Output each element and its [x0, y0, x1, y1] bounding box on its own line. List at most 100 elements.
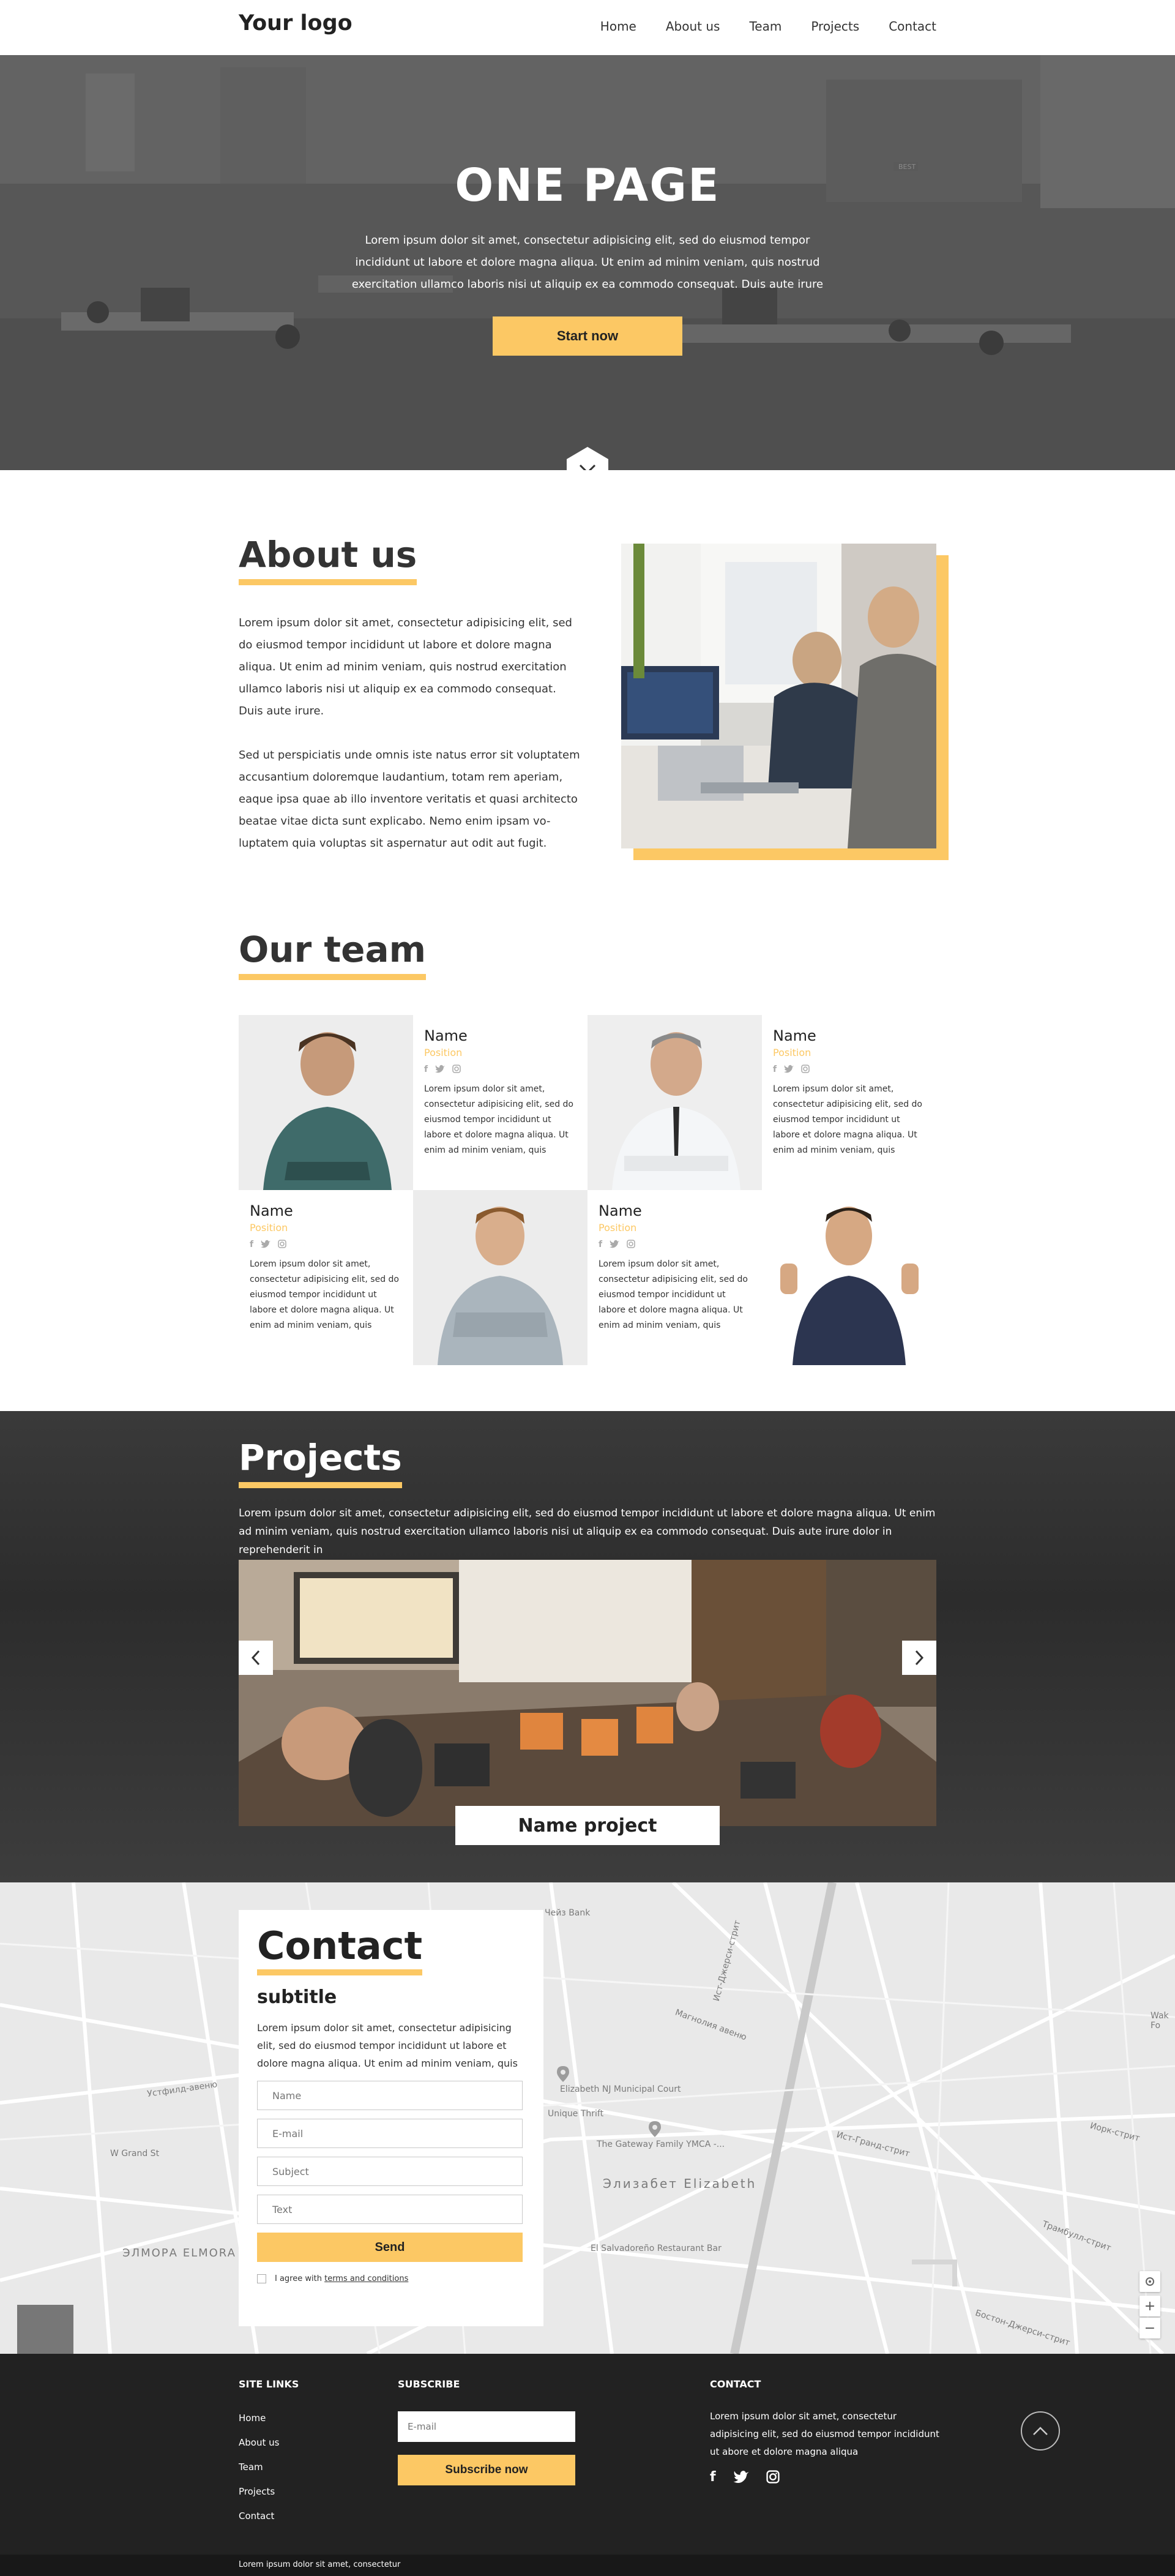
- map-pin-icon[interactable]: [649, 2121, 661, 2137]
- main-nav: Home About us Team Projects Contact: [600, 19, 936, 34]
- member-photo-2: [588, 1015, 762, 1190]
- hero-section: BEST ONE PAGE Lorem ipsum dolor sit amet…: [0, 55, 1175, 470]
- projects-text: Lorem ipsum dolor sit amet, consectetur …: [239, 1507, 936, 1556]
- twitter-icon[interactable]: [784, 1065, 794, 1073]
- nav-home[interactable]: Home: [600, 19, 636, 34]
- map-label: The Gateway Family YMCA -...: [597, 2140, 725, 2149]
- map-label: Wak Fo: [1151, 2011, 1169, 2031]
- project-slide-image: [239, 1560, 936, 1826]
- map-label: ЭЛМОРА ELMORA: [122, 2247, 236, 2260]
- contact-heading: CONTACT: [710, 2378, 761, 2390]
- member-social: f: [599, 1240, 751, 1249]
- map-label: Unique Thrift: [548, 2109, 604, 2119]
- map-label: Elizabeth NJ Municipal Court: [560, 2084, 681, 2094]
- member-text: Lorem ipsum dolor sit amet, consectetur …: [250, 1259, 400, 1330]
- back-to-top-button[interactable]: [1021, 2411, 1060, 2451]
- member-position: Position: [250, 1222, 288, 1234]
- member-position: Position: [599, 1222, 637, 1234]
- map[interactable]: Elizabeth NJ Municipal Court The Gateway…: [0, 1882, 1175, 2354]
- team-section: Our team: [239, 929, 427, 980]
- member-name: Name: [599, 1202, 642, 1219]
- member-name: Name: [424, 1027, 468, 1044]
- map-zoom-in-button[interactable]: +: [1140, 2296, 1160, 2316]
- terms-link[interactable]: terms and conditions: [324, 2274, 408, 2283]
- member-position: Position: [424, 1047, 463, 1058]
- contact-card: Contact subtitle Lorem ipsum dolor sit a…: [239, 1910, 543, 2326]
- member-social: f: [250, 1240, 402, 1249]
- team-title: Our team: [239, 929, 427, 980]
- projects-title-wrap: Projects: [239, 1437, 402, 1488]
- hero-title: ONE PAGE: [455, 159, 720, 212]
- member-card-3: Name Position f Lorem ipsum dolor sit am…: [239, 1190, 413, 1365]
- subscribe-email-input[interactable]: [398, 2411, 575, 2442]
- facebook-icon[interactable]: f: [599, 1240, 602, 1249]
- map-label: W Grand St: [110, 2149, 160, 2159]
- member-photo-4: [762, 1190, 936, 1365]
- terms-agreement: I agree with terms and conditions: [257, 2274, 525, 2283]
- footer-link-projects[interactable]: Projects: [239, 2486, 275, 2497]
- instagram-icon[interactable]: [452, 1065, 461, 1073]
- scroll-down-icon[interactable]: [567, 447, 608, 470]
- member-text: Lorem ipsum dolor sit amet, consectetur …: [599, 1259, 748, 1330]
- map-label: Элизабет Elizabeth: [603, 2176, 757, 2191]
- map-zoom-out-button[interactable]: −: [1140, 2318, 1160, 2338]
- chevron-up-icon: [1033, 2427, 1048, 2435]
- member-photo-3: [413, 1190, 588, 1365]
- member-text: Lorem ipsum dolor sit amet, consectetur …: [424, 1084, 574, 1155]
- start-now-button[interactable]: Start now: [493, 316, 682, 356]
- member-photo-1: [239, 1015, 413, 1190]
- message-field[interactable]: [257, 2195, 523, 2224]
- nav-projects[interactable]: Projects: [811, 19, 859, 34]
- map-locate-button[interactable]: [1140, 2271, 1160, 2292]
- contact-text: Lorem ipsum dolor sit amet, consectetur …: [257, 2022, 518, 2069]
- contact-subtitle: subtitle: [257, 1986, 337, 2008]
- footer-bottom-bar: Lorem ipsum dolor sit amet, consectetur: [0, 2555, 1175, 2576]
- facebook-icon[interactable]: f: [710, 2470, 716, 2485]
- instagram-icon[interactable]: [801, 1065, 810, 1073]
- facebook-icon[interactable]: f: [424, 1065, 428, 1074]
- member-social: f: [773, 1065, 925, 1074]
- footer-link-about[interactable]: About us: [239, 2437, 279, 2448]
- nav-contact[interactable]: Contact: [889, 19, 936, 34]
- site-links-heading: SITE LINKS: [239, 2378, 299, 2390]
- chevron-right-icon: [915, 1650, 924, 1666]
- prev-slide-button[interactable]: [239, 1641, 273, 1675]
- footer-contact-text: Lorem ipsum dolor sit amet, consectetur …: [710, 2411, 939, 2457]
- subject-field[interactable]: [257, 2157, 523, 2186]
- nav-about[interactable]: About us: [666, 19, 720, 34]
- terms-label: I agree with terms and conditions: [275, 2274, 408, 2283]
- facebook-icon[interactable]: f: [250, 1240, 253, 1249]
- member-card-4: Name Position f Lorem ipsum dolor sit am…: [588, 1190, 762, 1365]
- send-button[interactable]: Send: [257, 2233, 523, 2262]
- name-field[interactable]: [257, 2081, 523, 2110]
- instagram-icon[interactable]: [766, 2470, 780, 2484]
- subscribe-button[interactable]: Subscribe now: [398, 2455, 575, 2485]
- locate-icon: [1146, 2277, 1154, 2286]
- logo[interactable]: Your logo: [239, 11, 352, 36]
- about-paragraph-1: Lorem ipsum dolor sit amet, consectetur …: [239, 616, 572, 717]
- map-pin-icon[interactable]: [557, 2066, 569, 2082]
- instagram-icon[interactable]: [278, 1240, 286, 1248]
- about-section: About us: [239, 534, 417, 585]
- terms-checkbox[interactable]: [257, 2274, 266, 2283]
- member-social: f: [424, 1065, 576, 1074]
- twitter-icon[interactable]: [733, 2470, 749, 2484]
- twitter-icon[interactable]: [435, 1065, 446, 1073]
- site-footer: SITE LINKS Home About us Team Projects C…: [0, 2354, 1175, 2576]
- next-slide-button[interactable]: [902, 1641, 936, 1675]
- hero-text: Lorem ipsum dolor sit amet, consectetur …: [351, 234, 824, 291]
- footer-link-contact[interactable]: Contact: [239, 2510, 274, 2522]
- instagram-icon[interactable]: [627, 1240, 635, 1248]
- twitter-icon[interactable]: [610, 1240, 620, 1248]
- footer-social: f: [710, 2470, 780, 2485]
- facebook-icon[interactable]: f: [773, 1065, 777, 1074]
- project-name: Name project: [455, 1806, 720, 1845]
- site-header: Your logo Home About us Team Projects Co…: [0, 0, 1175, 55]
- email-field[interactable]: [257, 2119, 523, 2148]
- member-text: Lorem ipsum dolor sit amet, consectetur …: [773, 1084, 923, 1155]
- twitter-icon[interactable]: [261, 1240, 271, 1248]
- nav-team[interactable]: Team: [749, 19, 781, 34]
- footer-link-team[interactable]: Team: [239, 2462, 263, 2473]
- footer-link-home[interactable]: Home: [239, 2413, 266, 2424]
- subscribe-heading: SUBSCRIBE: [398, 2378, 460, 2390]
